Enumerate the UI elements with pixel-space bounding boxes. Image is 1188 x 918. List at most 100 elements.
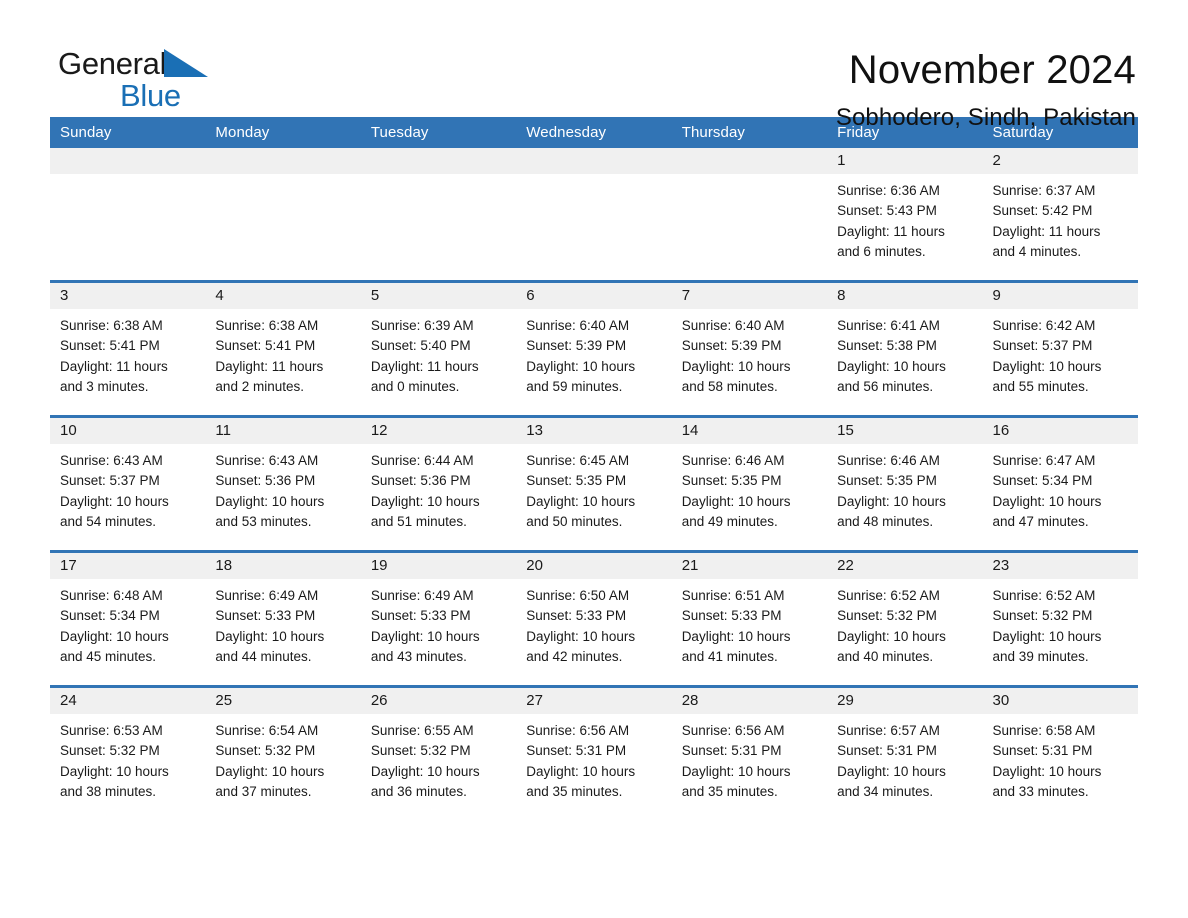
calendar-day-cell[interactable]: 29 Sunrise: 6:57 AM Sunset: 5:31 PM Dayligh… [827, 685, 983, 820]
calendar-day-cell[interactable]: 23 Sunrise: 6:52 AM Sunset: 5:32 PM Dayligh… [982, 550, 1138, 687]
daylight-text-line1: Daylight: 10 hours [837, 493, 946, 509]
daylight-text-line1: Daylight: 10 hours [526, 358, 636, 374]
day-cell-inner: 25 Sunrise: 6:54 AM Sunset: 5:32 PM Dayligh… [205, 688, 361, 820]
daylight-text-line1: Daylight: 10 hours [992, 493, 1102, 509]
daylight-text-line1: Daylight: 10 hours [992, 628, 1102, 644]
sunset-text: Sunset: 5:37 PM [60, 473, 160, 489]
sunrise-text: Sunrise: 6:39 AM [370, 318, 474, 333]
day-cell-inner: 7 Sunrise: 6:40 AM Sunset: 5:39 PM Daylight… [671, 283, 828, 415]
calendar-body: 1 Sunrise: 6:36 AM Sunset: 5:43 PM Daylight… [50, 148, 1138, 820]
daylight-text-line1: Daylight: 10 hours [681, 493, 791, 509]
day-details: Sunrise: 6:49 AM Sunset: 5:33 PM Daylight:… [361, 579, 516, 668]
day-cell-inner: 27 Sunrise: 6:56 AM Sunset: 5:31 PM Dayligh… [516, 688, 672, 820]
daylight-text-line2: and 48 minutes. [837, 514, 934, 530]
sunrise-text: Sunrise: 6:50 AM [526, 588, 630, 603]
daylight-text-line1: Daylight: 10 hours [370, 493, 480, 509]
calendar-day-cell[interactable]: 5 Sunrise: 6:39 AM Sunset: 5:40 PM Daylight… [360, 280, 517, 417]
calendar-day-cell[interactable]: 7 Sunrise: 6:40 AM Sunset: 5:39 PM Daylight… [671, 280, 828, 417]
day-cell-inner: 11 Sunrise: 6:43 AM Sunset: 5:36 PM Dayligh… [205, 418, 361, 550]
brand-name-blue: Blue [120, 78, 181, 113]
sunset-text: Sunset: 5:32 PM [60, 743, 160, 759]
sunset-text: Sunset: 5:42 PM [992, 203, 1093, 219]
daylight-text-line2: and 49 minutes. [681, 514, 778, 530]
calendar-day-cell[interactable]: 22 Sunrise: 6:52 AM Sunset: 5:32 PM Dayligh… [827, 550, 983, 687]
day-cell-inner: 29 Sunrise: 6:57 AM Sunset: 5:31 PM Dayligh… [827, 688, 983, 820]
calendar-day-cell[interactable]: 28 Sunrise: 6:56 AM Sunset: 5:31 PM Dayligh… [671, 685, 828, 820]
page-subtitle-location: Sobhodero, Sindh, Pakistan [835, 104, 1136, 131]
daylight-text-line2: and 54 minutes. [60, 514, 157, 530]
calendar-day-cell[interactable]: 27 Sunrise: 6:56 AM Sunset: 5:31 PM Dayligh… [516, 685, 672, 820]
calendar-day-cell[interactable]: 8 Sunrise: 6:41 AM Sunset: 5:38 PM Daylight… [827, 280, 983, 417]
calendar-day-cell[interactable]: 17 Sunrise: 6:48 AM Sunset: 5:34 PM Dayligh… [50, 550, 206, 687]
day-details: Sunrise: 6:48 AM Sunset: 5:34 PM Daylight:… [50, 579, 205, 668]
daylight-text-line1: Daylight: 11 hours [837, 223, 945, 239]
day-cell-inner: 3 Sunrise: 6:38 AM Sunset: 5:41 PM Daylight… [50, 283, 206, 415]
daylight-text-line1: Daylight: 10 hours [992, 358, 1102, 374]
sunrise-text: Sunrise: 6:41 AM [837, 318, 940, 333]
daylight-text-line2: and 37 minutes. [215, 784, 312, 800]
day-cell-inner [360, 148, 517, 280]
sunset-text: Sunset: 5:39 PM [681, 338, 782, 354]
calendar-day-cell[interactable]: 10 Sunrise: 6:43 AM Sunset: 5:37 PM Dayligh… [50, 415, 206, 552]
calendar-day-cell[interactable]: 14 Sunrise: 6:46 AM Sunset: 5:35 PM Dayligh… [671, 415, 828, 552]
day-number: 24 [50, 688, 206, 714]
day-number: 16 [982, 418, 1138, 444]
day-number: 15 [827, 418, 983, 444]
calendar-day-cell[interactable]: 19 Sunrise: 6:49 AM Sunset: 5:33 PM Dayligh… [360, 550, 517, 687]
day-number: 23 [982, 553, 1138, 579]
calendar-day-cell[interactable]: 1 Sunrise: 6:36 AM Sunset: 5:43 PM Daylight… [827, 148, 983, 282]
calendar-day-cell[interactable]: 6 Sunrise: 6:40 AM Sunset: 5:39 PM Daylight… [516, 280, 672, 417]
day-details: Sunrise: 6:45 AM Sunset: 5:35 PM Daylight:… [516, 444, 671, 533]
day-number: 30 [982, 688, 1138, 714]
day-number: 22 [827, 553, 983, 579]
calendar-day-cell[interactable]: 25 Sunrise: 6:54 AM Sunset: 5:32 PM Dayligh… [205, 685, 361, 820]
day-details: Sunrise: 6:41 AM Sunset: 5:38 PM Daylight:… [827, 309, 982, 398]
daylight-text-line1: Daylight: 10 hours [370, 628, 480, 644]
day-cell-inner: 6 Sunrise: 6:40 AM Sunset: 5:39 PM Daylight… [516, 283, 672, 415]
day-cell-inner: 5 Sunrise: 6:39 AM Sunset: 5:40 PM Daylight… [360, 283, 517, 415]
calendar-week-row: 24 Sunrise: 6:53 AM Sunset: 5:32 PM Dayligh… [50, 685, 1138, 820]
daylight-text-line2: and 35 minutes. [526, 784, 623, 800]
day-details: Sunrise: 6:53 AM Sunset: 5:32 PM Daylight:… [50, 714, 205, 803]
calendar-day-cell[interactable]: 24 Sunrise: 6:53 AM Sunset: 5:32 PM Dayligh… [50, 685, 206, 820]
day-details: Sunrise: 6:54 AM Sunset: 5:32 PM Daylight:… [205, 714, 360, 803]
day-details: Sunrise: 6:58 AM Sunset: 5:31 PM Daylight:… [983, 714, 1138, 803]
daylight-text-line1: Daylight: 10 hours [215, 493, 325, 509]
day-number: 7 [671, 283, 828, 309]
daylight-text-line2: and 41 minutes. [681, 649, 778, 665]
calendar-day-cell[interactable]: 18 Sunrise: 6:49 AM Sunset: 5:33 PM Dayligh… [205, 550, 361, 687]
sunset-text: Sunset: 5:35 PM [837, 473, 937, 489]
calendar-day-cell[interactable]: 15 Sunrise: 6:46 AM Sunset: 5:35 PM Dayligh… [827, 415, 983, 552]
calendar-day-cell[interactable]: 16 Sunrise: 6:47 AM Sunset: 5:34 PM Dayligh… [982, 415, 1138, 552]
calendar-day-cell[interactable]: 13 Sunrise: 6:45 AM Sunset: 5:35 PM Dayligh… [516, 415, 672, 552]
day-cell-inner: 13 Sunrise: 6:45 AM Sunset: 5:35 PM Dayligh… [516, 418, 672, 550]
calendar-day-cell[interactable]: 30 Sunrise: 6:58 AM Sunset: 5:31 PM Dayligh… [982, 685, 1138, 820]
calendar-day-cell[interactable]: 12 Sunrise: 6:44 AM Sunset: 5:36 PM Dayligh… [360, 415, 517, 552]
calendar-day-cell[interactable]: 26 Sunrise: 6:55 AM Sunset: 5:32 PM Dayligh… [360, 685, 517, 820]
calendar-day-cell[interactable]: 11 Sunrise: 6:43 AM Sunset: 5:36 PM Dayligh… [205, 415, 361, 552]
brand-logo[interactable]: General Blue [50, 47, 258, 113]
calendar-day-cell[interactable]: 21 Sunrise: 6:51 AM Sunset: 5:33 PM Dayligh… [671, 550, 828, 687]
calendar-day-cell[interactable]: 2 Sunrise: 6:37 AM Sunset: 5:42 PM Daylight… [982, 148, 1138, 282]
triangle-icon [164, 47, 209, 84]
sunset-text: Sunset: 5:33 PM [526, 608, 627, 624]
day-cell-inner: 15 Sunrise: 6:46 AM Sunset: 5:35 PM Dayligh… [827, 418, 983, 550]
day-details: Sunrise: 6:57 AM Sunset: 5:31 PM Daylight:… [827, 714, 982, 803]
weekday-header-sunday: Sunday [50, 117, 206, 148]
daylight-text-line1: Daylight: 11 hours [60, 358, 168, 374]
page-title: November 2024 [848, 48, 1136, 92]
daylight-text-line2: and 3 minutes. [60, 379, 149, 395]
sunrise-text: Sunrise: 6:46 AM [837, 453, 940, 468]
day-number: 1 [827, 148, 983, 174]
daylight-text-line2: and 6 minutes. [837, 244, 926, 260]
day-details: Sunrise: 6:37 AM Sunset: 5:42 PM Daylight:… [983, 174, 1138, 263]
calendar-day-cell[interactable]: 4 Sunrise: 6:38 AM Sunset: 5:41 PM Daylight… [205, 280, 361, 417]
calendar-day-cell[interactable]: 9 Sunrise: 6:42 AM Sunset: 5:37 PM Daylight… [982, 280, 1138, 417]
day-details: Sunrise: 6:39 AM Sunset: 5:40 PM Daylight:… [361, 309, 516, 398]
calendar-day-cell[interactable]: 20 Sunrise: 6:50 AM Sunset: 5:33 PM Dayligh… [516, 550, 672, 687]
daylight-text-line1: Daylight: 11 hours [370, 358, 479, 374]
calendar-day-cell-empty [671, 148, 828, 282]
brand-text-general: General [58, 46, 167, 81]
calendar-day-cell[interactable]: 3 Sunrise: 6:38 AM Sunset: 5:41 PM Daylight… [50, 280, 206, 417]
daylight-text-line2: and 33 minutes. [992, 784, 1089, 800]
